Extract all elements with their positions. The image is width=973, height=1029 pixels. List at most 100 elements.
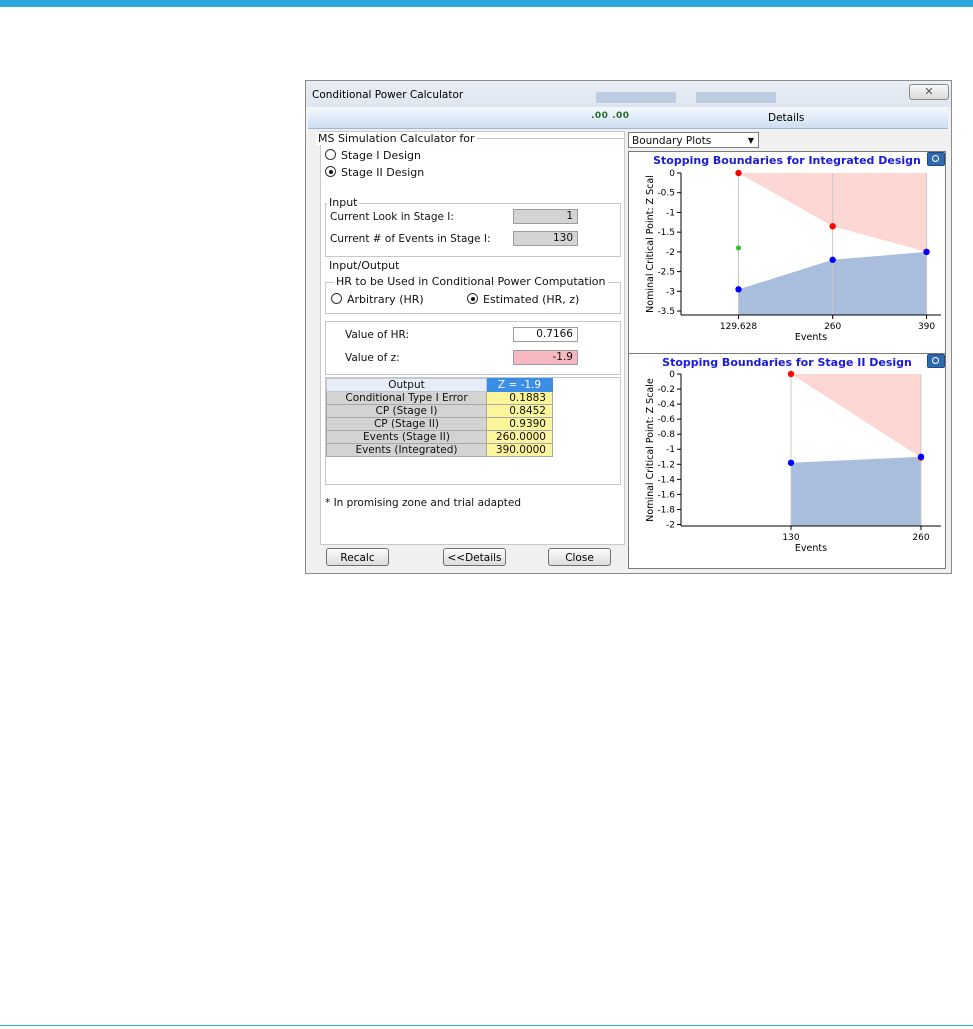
title-bar: Conditional Power Calculator ✕: [306, 81, 951, 107]
efficacy-point: [735, 169, 742, 177]
stage-one-design-option[interactable]: Stage I Design: [325, 148, 421, 162]
y-axis-label: Nominal Critical Point: Z Scal: [645, 175, 656, 313]
details-header-bar: .00 .00 Details: [308, 107, 948, 129]
arbitrary-hr-option[interactable]: Arbitrary (HR): [331, 292, 424, 306]
y-tick-label: -2: [666, 248, 675, 258]
radio-unchecked-icon: [325, 149, 336, 160]
futility-point: [923, 248, 930, 256]
details-label: Details: [768, 112, 805, 124]
y-tick-label: -2: [666, 520, 675, 530]
x-tick-label: 260: [824, 322, 841, 332]
input-output-group-label: Input/Output: [327, 259, 402, 272]
efficacy-point: [787, 370, 795, 378]
integrated-design-chart: 0 -0.5 -1 -1.5 -2 -2.5 -3 -3.5 129.628 260 390 Even…: [645, 169, 941, 343]
bottom-rule: [0, 1025, 973, 1026]
futility-point: [735, 286, 742, 293]
integrated-design-chart-panel: Stopping Boundaries for Integrated Desig…: [628, 151, 946, 355]
row-value: 0.9390: [486, 417, 553, 431]
output-column-header[interactable]: Z = -1.9: [486, 378, 553, 392]
details-button[interactable]: <<Details: [443, 548, 506, 566]
plot-type-dropdown[interactable]: Boundary Plots ▼: [628, 132, 759, 148]
simulation-group: [321, 138, 624, 187]
y-tick-label: -1: [666, 208, 675, 218]
table-row: Events (Stage II) 260.0000: [326, 430, 553, 444]
row-label: CP (Stage I): [326, 404, 487, 418]
futility-region: [791, 456, 921, 526]
promising-zone-note: * In promising zone and trial adapted: [325, 497, 522, 509]
recalc-button[interactable]: Recalc: [326, 548, 389, 566]
x-tick-label: 129.628: [720, 322, 757, 332]
table-row: CP (Stage I) 0.8452: [326, 404, 553, 418]
y-tick-label: -2.5: [657, 268, 675, 278]
row-label: Events (Stage II): [326, 430, 487, 444]
stage-two-design-chart: 0 -0.2 -0.4 -0.6 -0.8 -1 -1.2 -1.4 -1.6 -1.8 -2 130…: [645, 370, 941, 554]
decimal-format-icons[interactable]: .00 .00: [591, 111, 630, 121]
output-header: Output: [326, 378, 487, 392]
z-value-label: Value of z:: [345, 352, 400, 364]
table-row: Events (Integrated) 390.0000: [326, 443, 553, 457]
y-tick-label: -1.6: [657, 490, 675, 500]
hr-value-field[interactable]: 0.7166: [513, 327, 578, 342]
current-events-field[interactable]: 130: [513, 231, 578, 246]
x-tick-label: 390: [918, 322, 935, 332]
row-value: 0.8452: [486, 404, 553, 418]
y-tick-label: -1.8: [657, 505, 675, 515]
x-axis-label: Events: [795, 332, 827, 343]
stage-two-chart-panel: Stopping Boundaries for Stage II Design …: [628, 353, 946, 569]
efficacy-region: [791, 374, 921, 458]
z-value-field[interactable]: -1.9: [513, 350, 578, 365]
window-title: Conditional Power Calculator: [312, 89, 464, 101]
row-value: 0.1883: [486, 391, 553, 405]
x-tick-label: 260: [912, 533, 929, 543]
y-tick-label: -0.8: [657, 430, 675, 440]
y-tick-label: -1.4: [657, 475, 675, 485]
row-value: 390.0000: [486, 443, 553, 457]
row-label: Events (Integrated): [326, 443, 487, 457]
calculator-panel: MS Simulation Calculator for Stage I Des…: [316, 131, 625, 545]
close-button[interactable]: Close: [548, 548, 611, 566]
futility-point: [787, 459, 795, 466]
table-row: CP (Stage II) 0.9390: [326, 417, 553, 431]
chevron-down-icon: ▼: [747, 136, 754, 145]
y-tick-label: -0.6: [657, 415, 675, 425]
efficacy-point: [829, 223, 836, 230]
hr-choice-group-label: HR to be Used in Conditional Power Compu…: [334, 275, 608, 288]
simulation-group-label: MS Simulation Calculator for: [316, 132, 477, 145]
radio-checked-icon: [467, 293, 478, 304]
table-row: Conditional Type I Error 0.1883: [326, 391, 553, 405]
y-tick-label: 0: [669, 169, 675, 179]
row-label: CP (Stage II): [326, 417, 487, 431]
y-tick-label: -0.2: [657, 385, 675, 395]
observed-point: [736, 245, 742, 251]
current-look-field[interactable]: 1: [513, 209, 578, 224]
y-axis-label: Nominal Critical Point: Z Scale: [645, 378, 656, 522]
radio-unchecked-icon: [331, 293, 342, 304]
y-tick-label: -3.5: [657, 307, 675, 317]
radio-checked-icon: [325, 166, 336, 177]
current-look-label: Current Look in Stage I:: [330, 211, 454, 223]
y-tick-label: 0: [669, 370, 675, 380]
row-value: 260.0000: [486, 430, 553, 444]
futility-point: [917, 453, 925, 460]
y-tick-label: -0.5: [657, 189, 675, 199]
y-tick-label: -1: [666, 445, 675, 455]
current-events-label: Current # of Events in Stage I:: [330, 233, 491, 245]
ghost-tab: [696, 92, 776, 103]
output-table: Output Z = -1.9 Conditional Type I Error…: [326, 378, 553, 457]
x-tick-label: 130: [782, 533, 799, 543]
window-close-button[interactable]: ✕: [909, 84, 949, 100]
futility-point: [829, 256, 836, 263]
y-tick-label: -3: [666, 287, 675, 297]
row-label: Conditional Type I Error: [326, 391, 487, 405]
y-tick-label: -1.5: [657, 228, 675, 238]
conditional-power-calculator-window: Conditional Power Calculator ✕ .00 .00 D…: [305, 80, 952, 574]
plot-type-value: Boundary Plots: [632, 135, 712, 147]
top-accent-bar: [0, 0, 973, 7]
stage-two-design-option[interactable]: Stage II Design: [325, 165, 424, 179]
ghost-tab: [596, 92, 676, 103]
x-axis-label: Events: [795, 543, 827, 554]
y-tick-label: -0.4: [657, 400, 675, 410]
estimated-hr-option[interactable]: Estimated (HR, z): [467, 292, 579, 306]
y-tick-label: -1.2: [657, 460, 675, 470]
input-group-label: Input: [327, 196, 360, 209]
